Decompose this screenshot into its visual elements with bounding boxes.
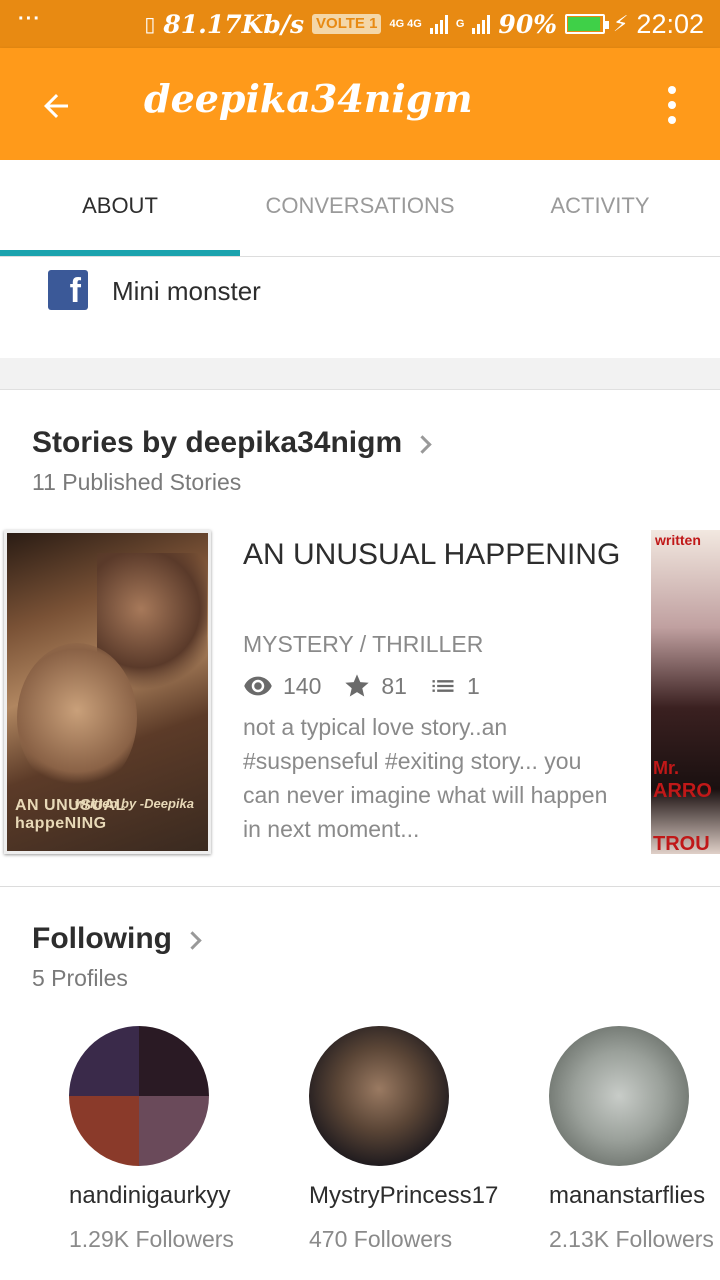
- list-icon: [432, 680, 454, 692]
- avatar: [549, 1026, 689, 1166]
- battery-percent: 90%: [498, 9, 557, 39]
- chevron-right-icon: [413, 434, 432, 454]
- story-title[interactable]: AN UNUSUAL HAPPENING: [243, 536, 623, 573]
- status-bar: ··· ▯ 81.17Kb/s VOLTE 1 4G 4G G 90% ⚡ 22…: [0, 0, 720, 48]
- more-vertical-icon: [668, 86, 676, 94]
- eye-icon: [244, 676, 272, 696]
- story-genre: MYSTERY / THRILLER: [243, 631, 484, 657]
- profile-followers: 2.13K Followers: [549, 1226, 714, 1252]
- vibrate-icon: ▯: [144, 13, 156, 36]
- story-cover[interactable]: written by -Deepika AN UNUSUAL happeNING: [4, 530, 211, 854]
- next-cover-text-1: written: [655, 532, 701, 548]
- charging-icon: ⚡: [612, 11, 629, 36]
- arrow-left-icon: [44, 94, 68, 118]
- profile-username-title: deepika34nigm: [144, 76, 473, 121]
- following-title: Following: [32, 922, 172, 955]
- notification-dots: ···: [18, 8, 41, 30]
- stories-header[interactable]: Stories by deepika34nigm: [32, 426, 432, 460]
- profile-followers: 470 Followers: [309, 1226, 453, 1252]
- avatar: [309, 1026, 449, 1166]
- chevron-right-icon: [183, 930, 202, 950]
- story-views: 140: [283, 672, 322, 699]
- following-profile-1[interactable]: nandinigaurkyy 1.29K Followers: [69, 1026, 309, 1253]
- next-cover-text-4: TROU: [653, 833, 710, 854]
- profile-name: mananstarflies: [549, 1182, 706, 1209]
- next-cover-text-3: ARRO: [653, 780, 712, 802]
- tab-activity[interactable]: ACTIVITY: [480, 160, 720, 256]
- tab-conversations[interactable]: CONVERSATIONS: [240, 160, 480, 256]
- back-button[interactable]: [30, 80, 82, 132]
- more-options-button[interactable]: [652, 80, 692, 130]
- section-separator: [0, 358, 720, 390]
- following-count: 5 Profiles: [32, 965, 128, 991]
- following-profile-2[interactable]: MystryPrincess17 470 Followers: [309, 1026, 549, 1253]
- story-votes: 81: [381, 672, 407, 699]
- clock: 22:02: [636, 8, 704, 39]
- battery-icon: [564, 14, 609, 34]
- profile-name: nandinigaurkyy: [69, 1182, 231, 1209]
- facebook-link-row[interactable]: f Mini monster: [0, 262, 720, 358]
- stories-count: 11 Published Stories: [32, 469, 242, 495]
- facebook-icon: f: [48, 270, 88, 310]
- story-parts: 1: [466, 672, 480, 699]
- app-bar: deepika34nigm: [0, 48, 720, 160]
- following-header[interactable]: Following: [32, 922, 202, 956]
- signal-icon-2: [472, 14, 491, 34]
- stories-title: Stories by deepika34nigm: [32, 426, 403, 459]
- story-stats: 140 81 1: [243, 670, 502, 702]
- network-speed: 81.17Kb/s: [163, 9, 305, 39]
- facebook-label: Mini monster: [112, 276, 261, 306]
- following-profile-3[interactable]: mananstarflies 2.13K Followers: [549, 1026, 720, 1253]
- network-type-label-2: G: [455, 17, 465, 30]
- next-cover-text-2: Mr.: [653, 758, 680, 778]
- story-description: not a typical love story..an #suspensefu…: [243, 714, 608, 842]
- profile-name: MystryPrincess17: [309, 1182, 499, 1209]
- next-story-cover[interactable]: written Mr. ARRO TROU: [651, 530, 720, 854]
- divider: [0, 886, 720, 887]
- avatar: [69, 1026, 209, 1166]
- cover-title-text: AN UNUSUAL happeNING: [15, 797, 126, 832]
- star-icon: [345, 674, 370, 697]
- profile-tabs: ABOUT CONVERSATIONS ACTIVITY: [0, 160, 720, 257]
- profile-followers: 1.29K Followers: [69, 1226, 234, 1252]
- signal-icon: [429, 14, 448, 34]
- tab-about[interactable]: ABOUT: [0, 160, 240, 256]
- network-type-label: 4G 4G: [389, 17, 422, 30]
- volte-badge: VOLTE 1: [312, 14, 382, 34]
